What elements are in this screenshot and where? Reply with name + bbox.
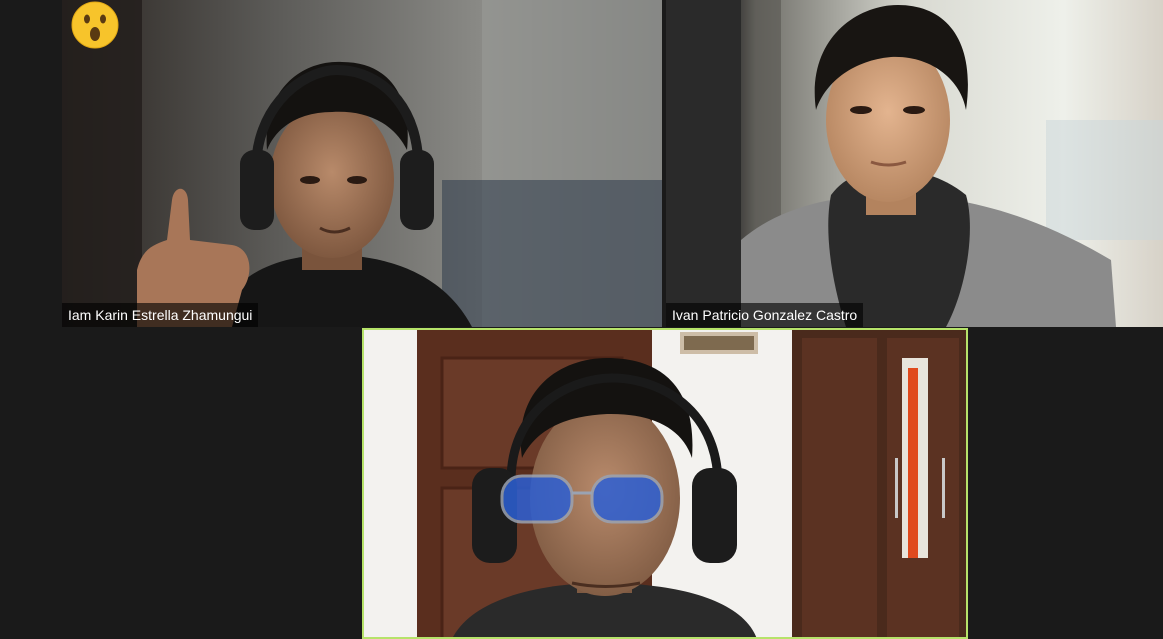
participant-name-label: Iam Karin Estrella Zhamungui bbox=[62, 303, 259, 327]
participant-video-feed bbox=[62, 0, 662, 327]
participant-video-feed bbox=[666, 0, 1163, 327]
participant-name-label: Ivan Patricio Gonzalez Castro bbox=[666, 303, 864, 327]
participant-tile-active-speaker[interactable] bbox=[362, 328, 968, 639]
surprised-face-emoji-icon bbox=[71, 1, 119, 49]
video-gallery: Iam Karin Estrella Zhamungui Ivan Patric… bbox=[0, 0, 1163, 639]
participant-video-feed bbox=[362, 328, 968, 639]
participant-tile-iam[interactable]: Iam Karin Estrella Zhamungui bbox=[62, 0, 662, 327]
participant-tile-ivan[interactable]: Ivan Patricio Gonzalez Castro bbox=[666, 0, 1163, 327]
